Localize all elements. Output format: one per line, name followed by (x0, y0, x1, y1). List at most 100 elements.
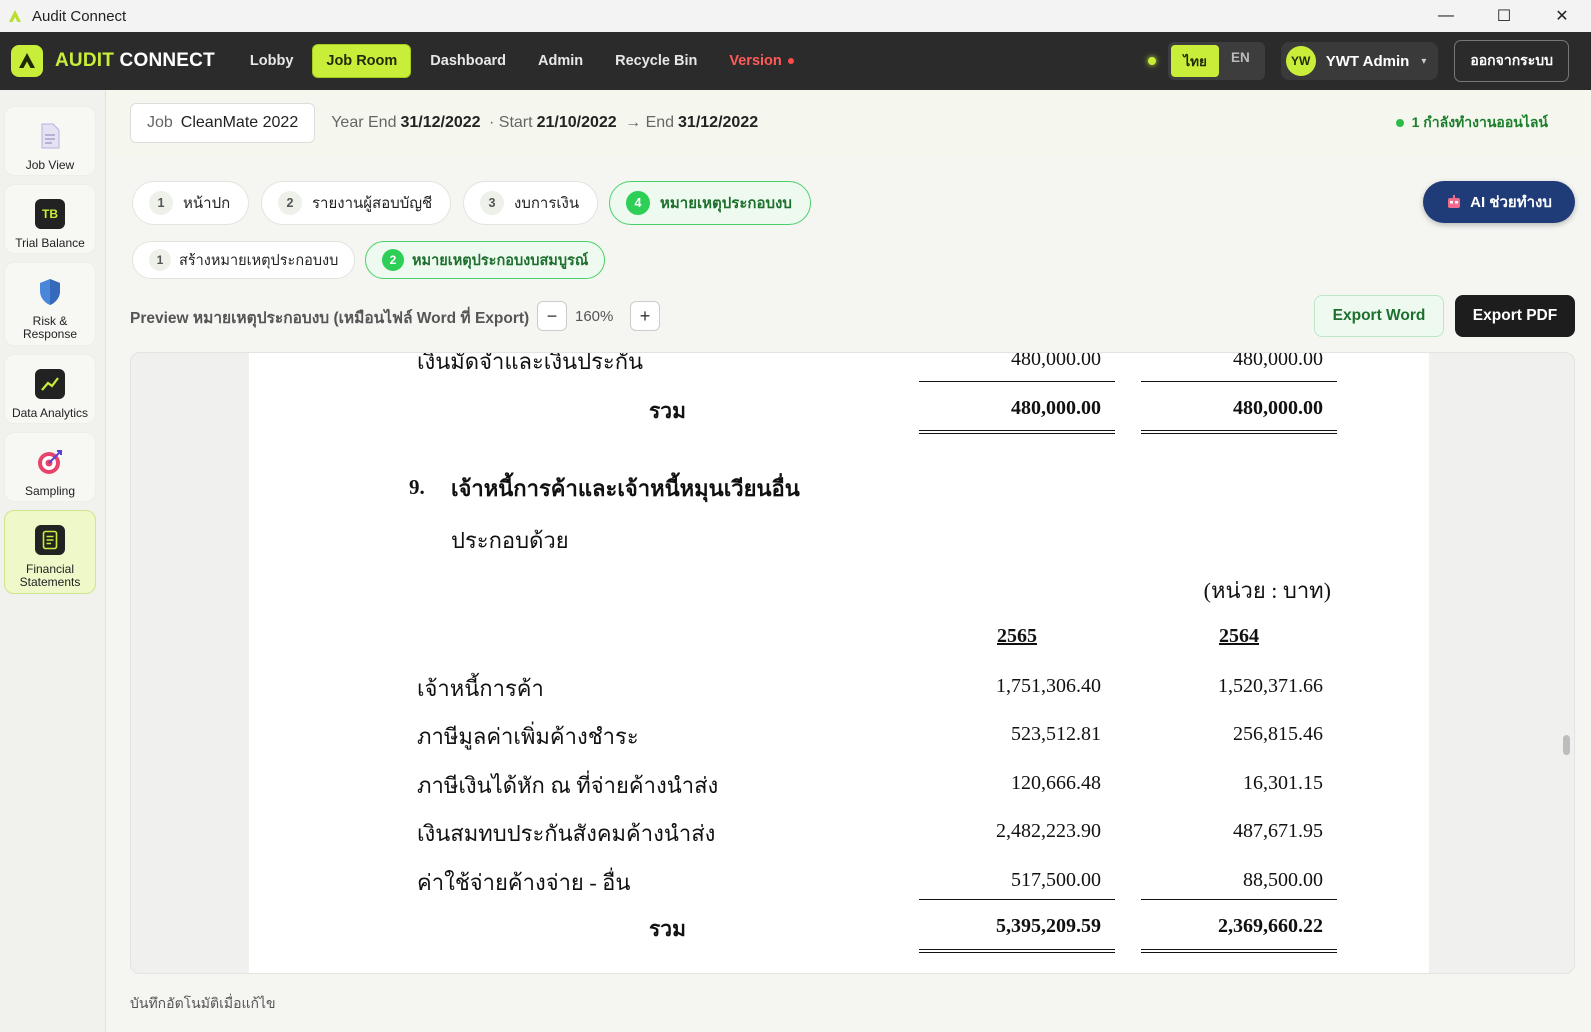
job-header: Job CleanMate 2022 Year End 31/12/2022 · S… (106, 90, 1591, 156)
robot-icon (1448, 195, 1461, 208)
zoom-in-button[interactable]: + (630, 301, 660, 331)
subtotal-rule (919, 899, 1115, 900)
nav-admin[interactable]: Admin (525, 45, 596, 77)
doc-row-label: เงินมัดจำและเงินประกัน (417, 352, 644, 374)
substep-create-notes[interactable]: 1 สร้างหมายเหตุประกอบงบ (132, 241, 356, 279)
substep-complete-notes[interactable]: 2 หมายเหตุประกอบงบสมบูรณ์ (365, 241, 606, 279)
user-menu[interactable]: YW YWT Admin ▾ (1280, 42, 1439, 80)
doc-row-value-2564: 487,671.95 (1233, 820, 1323, 842)
subtotal-rule (919, 381, 1115, 382)
doc-row-label: เงินสมทบประกันสังคมค้างนำส่ง (417, 821, 716, 846)
doc-row-value-2565: 120,666.48 (1011, 772, 1101, 794)
doc-row-value-2565: 517,500.00 (1011, 869, 1101, 891)
sidebar-item-financial-statements[interactable]: Financial Statements (4, 510, 96, 594)
sidebar-item-risk-response[interactable]: Risk & Response (4, 262, 96, 346)
doc-row-value-2564: 1,520,371.66 (1218, 675, 1323, 697)
close-button[interactable]: ✕ (1533, 0, 1591, 32)
sidebar-item-label: Data Analytics (11, 406, 89, 420)
export-word-button[interactable]: Export Word (1314, 295, 1444, 337)
doc-row-value-2564: 88,500.00 (1243, 869, 1323, 891)
sidebar-item-label: Sampling (24, 484, 76, 498)
nav-version[interactable]: Version (716, 45, 806, 77)
nav-recycle-bin[interactable]: Recycle Bin (602, 45, 710, 77)
year-end-date: 31/12/2022 (400, 114, 481, 131)
preview-scrollbar[interactable] (1563, 735, 1570, 755)
sidebar-item-trial-balance[interactable]: TB Trial Balance (4, 184, 96, 254)
window-title: Audit Connect (32, 7, 127, 25)
user-name: YWT Admin (1325, 52, 1410, 70)
doc-row-value-2564: 16,301.15 (1243, 772, 1323, 794)
preview-title: Preview หมายเหตุประกอบงบ (เหมือนไฟล์ Wor… (130, 310, 530, 327)
nav-job-room[interactable]: Job Room (312, 44, 412, 78)
step-notes[interactable]: 4 หมายเหตุประกอบงบ (609, 181, 811, 225)
brand-logo-icon (11, 45, 43, 77)
doc-total-label: รวม (649, 399, 686, 423)
nav-lobby[interactable]: Lobby (237, 45, 307, 77)
step-auditor-report[interactable]: 2 รายงานผู้สอบบัญชี (261, 181, 452, 225)
lang-thai-button[interactable]: ไทย (1171, 45, 1219, 77)
doc-total-2565: 5,395,209.59 (996, 915, 1101, 937)
chevron-down-icon: ▾ (1421, 55, 1427, 67)
doc-row-value-2565: 523,512.81 (1011, 723, 1101, 745)
note-number: 9. (409, 475, 425, 499)
total-double-rule (919, 949, 1115, 953)
year-header-2565: 2565 (997, 625, 1037, 647)
total-double-rule (919, 430, 1115, 434)
app-logo-icon (6, 7, 24, 25)
connection-status-dot (1148, 57, 1157, 65)
doc-row-value-2565: 480,000.00 (1011, 352, 1101, 370)
doc-row-label: เจ้าหนี้การค้า (417, 676, 544, 701)
doc-row-value-2565: 2,482,223.90 (996, 820, 1101, 842)
maximize-button[interactable]: ☐ (1475, 0, 1533, 32)
year-header-2564: 2564 (1219, 625, 1259, 647)
autosave-note: บันทึกอัตโนมัติเมื่อแก้ไข (130, 995, 276, 1011)
sidebar-item-label: Job View (25, 158, 75, 172)
doc-row-label: ภาษีมูลค่าเพิ่มค้างชำระ (417, 724, 639, 749)
chart-line-icon (35, 369, 65, 399)
doc-row-value-2565: 1,751,306.40 (996, 675, 1101, 697)
online-users-status: 1 กำลังทำงานออนไลน์ (1395, 112, 1548, 134)
top-navigation: AUDIT CONNECT Lobby Job Room Dashboard A… (0, 32, 1591, 90)
document-page: เงินมัดจำและเงินประกัน 480,000.00 480,00… (249, 352, 1429, 973)
nav-dashboard[interactable]: Dashboard (417, 45, 519, 77)
brand[interactable]: AUDIT CONNECT (11, 45, 215, 77)
note-subtitle: ประกอบด้วย (451, 528, 569, 553)
step-cover[interactable]: 1 หน้าปก (132, 181, 250, 225)
sidebar-item-label: Trial Balance (15, 236, 85, 250)
target-icon (35, 447, 65, 477)
minimize-button[interactable]: — (1417, 0, 1475, 32)
job-name: CleanMate 2022 (180, 114, 299, 131)
start-date: 21/10/2022 (536, 114, 617, 131)
window-titlebar: Audit Connect — ☐ ✕ (0, 0, 1591, 32)
sidebar-item-label: Risk & Response (22, 314, 78, 341)
job-selector[interactable]: Job CleanMate 2022 (130, 103, 316, 143)
online-dot (1395, 119, 1404, 127)
doc-row-value-2564: 480,000.00 (1233, 352, 1323, 370)
sidebar-item-job-view[interactable]: Job View (4, 106, 96, 176)
brand-name: AUDIT CONNECT (55, 50, 215, 71)
doc-row-label: ค่าใช้จ่ายค้างจ่าย - อื่น (417, 870, 631, 895)
logout-button[interactable]: ออกจากระบบ (1454, 40, 1569, 82)
step-financial-statements[interactable]: 3 งบการเงิน (463, 181, 599, 225)
shield-icon (35, 277, 65, 307)
sidebar-item-data-analytics[interactable]: Data Analytics (4, 354, 96, 424)
unit-label: (หน่วย : บาท) (1203, 578, 1331, 603)
version-alert-dot (787, 58, 794, 65)
doc-row-label: ภาษีเงินได้หัก ณ ที่จ่ายค้างนำส่ง (417, 773, 719, 798)
zoom-level: 160% (575, 308, 614, 325)
note-title: เจ้าหนี้การค้าและเจ้าหนี้หมุนเวียนอื่น (451, 476, 800, 501)
sidebar: Job View TB Trial Balance Risk & Respons… (0, 90, 106, 1032)
document-preview[interactable]: เงินมัดจำและเงินประกัน 480,000.00 480,00… (130, 352, 1575, 974)
lang-en-button[interactable]: EN (1219, 45, 1262, 77)
tb-icon: TB (35, 199, 65, 229)
export-pdf-button[interactable]: Export PDF (1455, 295, 1575, 337)
sidebar-item-sampling[interactable]: Sampling (4, 432, 96, 502)
statement-icon (35, 525, 65, 555)
doc-total-label: รวม (649, 917, 686, 941)
doc-total-2564: 480,000.00 (1233, 397, 1323, 419)
ai-assist-button[interactable]: AI ช่วยทำงบ (1423, 181, 1575, 223)
zoom-out-button[interactable]: − (537, 301, 567, 331)
total-double-rule (1141, 430, 1337, 434)
doc-row-value-2564: 256,815.46 (1233, 723, 1323, 745)
language-toggle: ไทย EN (1168, 42, 1265, 80)
